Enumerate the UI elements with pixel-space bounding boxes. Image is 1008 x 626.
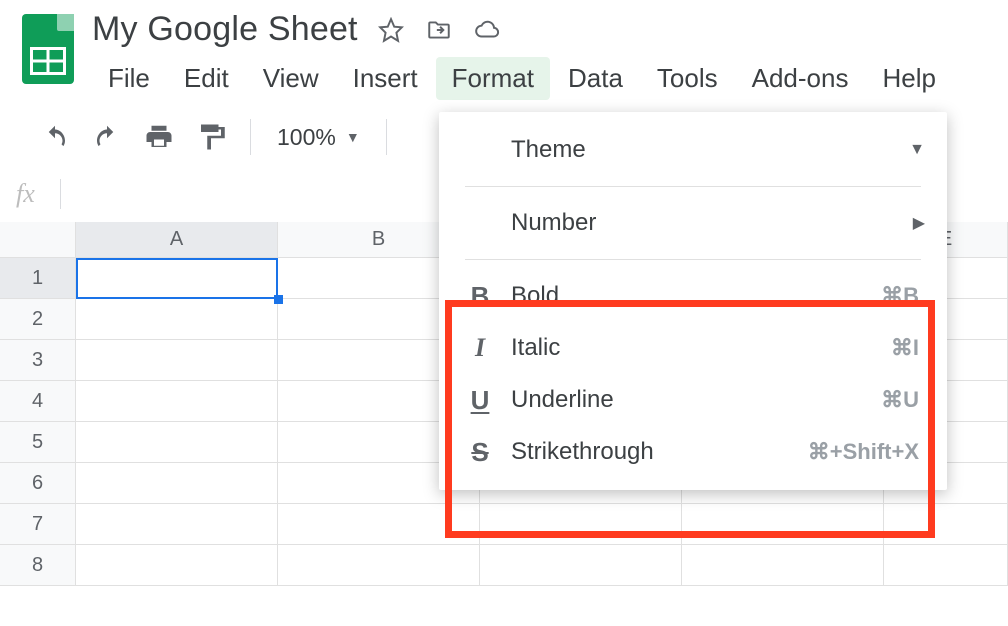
cell[interactable] (480, 545, 682, 586)
menu-separator (465, 186, 921, 187)
menu-item-label: Strikethrough (511, 438, 654, 466)
underline-icon: U (465, 385, 495, 416)
fx-separator (60, 179, 61, 209)
fill-handle[interactable] (274, 295, 283, 304)
menu-separator (465, 259, 921, 260)
menu-bold[interactable]: B Bold ⌘B (439, 270, 947, 322)
col-header-a[interactable]: A (76, 222, 278, 258)
print-button[interactable] (140, 118, 178, 156)
menu-format[interactable]: Format (436, 57, 550, 100)
menu-item-label: Number (511, 209, 596, 237)
shortcut-label: ⌘+Shift+X (808, 439, 919, 465)
cell[interactable] (76, 340, 278, 381)
cell[interactable] (76, 258, 278, 299)
shortcut-label: ⌘U (881, 387, 919, 413)
row-header[interactable]: 4 (0, 381, 76, 422)
menu-view[interactable]: View (247, 57, 335, 100)
cloud-status-icon[interactable] (472, 15, 502, 45)
menu-item-label: Underline (511, 386, 614, 414)
cell[interactable] (682, 504, 884, 545)
select-all-corner[interactable] (0, 222, 76, 258)
sheets-logo[interactable] (22, 14, 74, 84)
caret-down-icon: ▼ (909, 141, 925, 159)
row-header[interactable]: 7 (0, 504, 76, 545)
menu-help[interactable]: Help (866, 57, 951, 100)
paint-format-button[interactable] (192, 118, 230, 156)
cell[interactable] (682, 545, 884, 586)
redo-button[interactable] (88, 118, 126, 156)
menu-tools[interactable]: Tools (641, 57, 734, 100)
cell[interactable] (278, 504, 480, 545)
move-to-folder-icon[interactable] (424, 15, 454, 45)
format-menu-dropdown: Theme ▼ Number ▶ B Bold ⌘B I Italic ⌘I U… (439, 112, 947, 490)
row-header[interactable]: 5 (0, 422, 76, 463)
menu-edit[interactable]: Edit (168, 57, 245, 100)
menu-theme[interactable]: Theme ▼ (439, 124, 947, 176)
menu-strikethrough[interactable]: S Strikethrough ⌘+Shift+X (439, 426, 947, 478)
undo-button[interactable] (36, 118, 74, 156)
menu-data[interactable]: Data (552, 57, 639, 100)
menu-item-label: Italic (511, 334, 560, 362)
bold-icon: B (465, 281, 495, 312)
cell[interactable] (76, 299, 278, 340)
caret-down-icon: ▼ (346, 129, 360, 145)
row-header[interactable]: 6 (0, 463, 76, 504)
italic-icon: I (465, 333, 495, 363)
menu-number[interactable]: Number ▶ (439, 197, 947, 249)
cell[interactable] (884, 504, 1008, 545)
menu-item-label: Bold (511, 282, 559, 310)
submenu-arrow-icon: ▶ (913, 213, 925, 233)
shortcut-label: ⌘I (891, 335, 919, 361)
row-header[interactable]: 1 (0, 258, 76, 299)
cell[interactable] (76, 381, 278, 422)
toolbar-separator (250, 119, 251, 155)
shortcut-label: ⌘B (881, 283, 919, 309)
menu-insert[interactable]: Insert (337, 57, 434, 100)
menu-italic[interactable]: I Italic ⌘I (439, 322, 947, 374)
star-icon[interactable] (376, 15, 406, 45)
zoom-select[interactable]: 100% ▼ (271, 124, 366, 151)
row-header[interactable]: 3 (0, 340, 76, 381)
menubar: File Edit View Insert Format Data Tools … (92, 57, 952, 100)
cell[interactable] (76, 545, 278, 586)
row-header[interactable]: 2 (0, 299, 76, 340)
menu-underline[interactable]: U Underline ⌘U (439, 374, 947, 426)
cell[interactable] (884, 545, 1008, 586)
fx-label: fx (16, 179, 54, 209)
menu-file[interactable]: File (92, 57, 166, 100)
row-header[interactable]: 8 (0, 545, 76, 586)
toolbar-separator (386, 119, 387, 155)
strikethrough-icon: S (465, 437, 495, 468)
cell[interactable] (76, 463, 278, 504)
doc-title[interactable]: My Google Sheet (92, 10, 358, 49)
zoom-value: 100% (277, 124, 336, 151)
cell[interactable] (278, 545, 480, 586)
cell[interactable] (480, 504, 682, 545)
cell[interactable] (76, 504, 278, 545)
menu-addons[interactable]: Add-ons (736, 57, 865, 100)
cell[interactable] (76, 422, 278, 463)
menu-item-label: Theme (511, 136, 586, 164)
